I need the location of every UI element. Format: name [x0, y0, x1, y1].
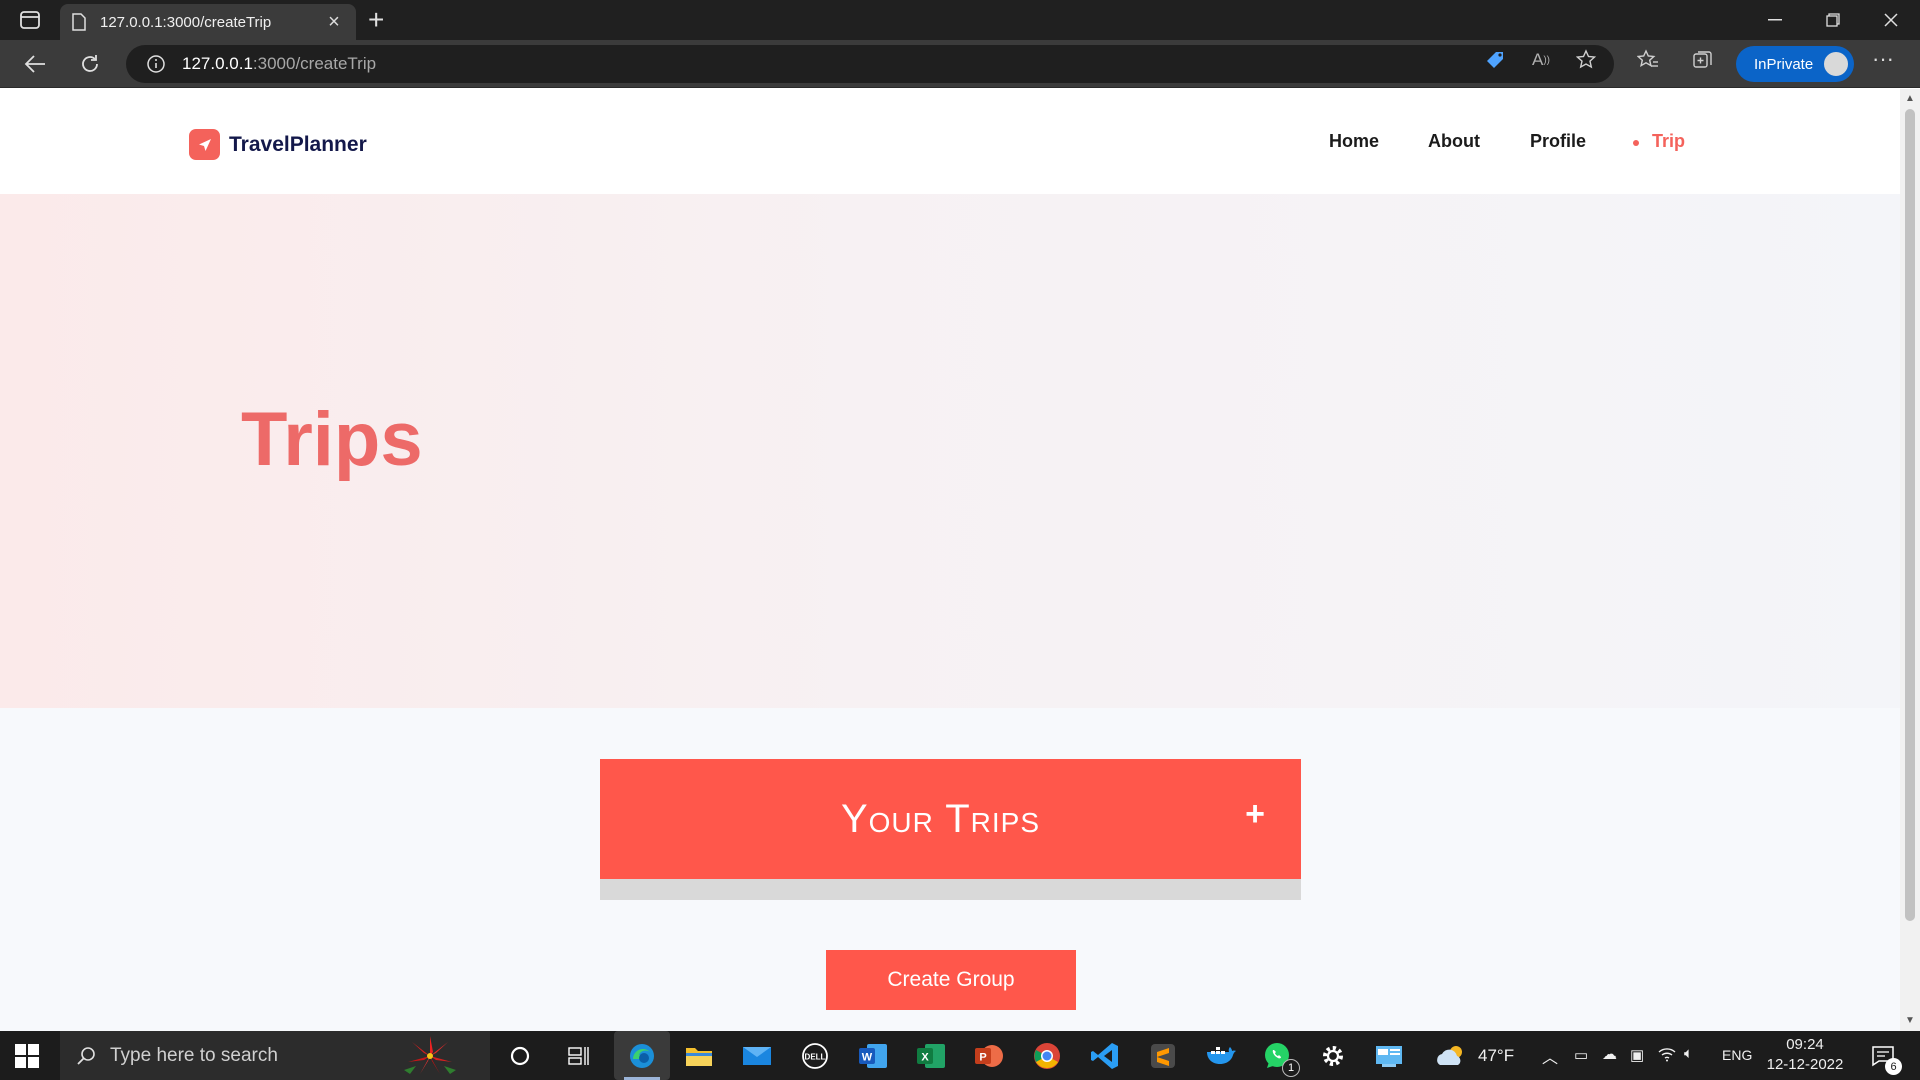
dell-icon[interactable]: DELL: [798, 1039, 832, 1073]
poinsettia-icon: [404, 1036, 456, 1074]
tab-title: 127.0.0.1:3000/createTrip: [100, 13, 272, 31]
notification-count: 6: [1885, 1058, 1902, 1075]
powerpoint-icon[interactable]: P: [972, 1039, 1006, 1073]
nav-profile[interactable]: Profile: [1530, 131, 1586, 152]
clock-date: 12-12-2022: [1766, 1056, 1844, 1073]
read-aloud-icon[interactable]: A)): [1530, 49, 1552, 71]
restore-icon[interactable]: [1804, 0, 1862, 40]
svg-text:X: X: [921, 1052, 929, 1064]
word-icon[interactable]: W: [856, 1039, 890, 1073]
control-panel-icon[interactable]: [1372, 1039, 1406, 1073]
scroll-down-icon[interactable]: ▼: [1904, 1015, 1916, 1027]
paper-plane-icon: [189, 129, 220, 160]
file-explorer-icon[interactable]: [682, 1039, 716, 1073]
scroll-up-icon[interactable]: ▲: [1904, 93, 1916, 105]
page-title: Trips: [241, 397, 423, 482]
mail-icon[interactable]: [740, 1039, 774, 1073]
browser-tab[interactable]: 127.0.0.1:3000/createTrip ×: [60, 4, 356, 40]
create-group-button[interactable]: Create Group: [826, 950, 1076, 1010]
cortana-icon[interactable]: [503, 1039, 537, 1073]
new-tab-icon[interactable]: +: [368, 6, 384, 34]
meet-now-icon[interactable]: ▭: [1574, 1046, 1588, 1064]
back-icon[interactable]: [20, 50, 50, 78]
tab-close-icon[interactable]: ×: [324, 11, 344, 34]
edge-taskbar-icon[interactable]: [614, 1031, 670, 1080]
minimize-icon[interactable]: [1746, 0, 1804, 40]
clock-time: 09:24: [1786, 1036, 1824, 1053]
refresh-icon[interactable]: [75, 50, 105, 78]
notifications-icon[interactable]: 6: [1866, 1039, 1902, 1075]
page-scrollbar[interactable]: ▲ ▼: [1900, 89, 1920, 1031]
svg-text:P: P: [979, 1052, 986, 1064]
sublime-text-icon[interactable]: [1146, 1039, 1180, 1073]
page-icon: [72, 13, 86, 31]
excel-icon[interactable]: X: [914, 1039, 948, 1073]
add-favorite-icon[interactable]: [1576, 49, 1598, 71]
weather-temperature[interactable]: 47°F: [1478, 1046, 1514, 1066]
page-viewport: TravelPlanner Home About Profile Trip Tr…: [0, 89, 1900, 1031]
windows-taskbar: Type here to search DELL W X P 1 47°F ︿ …: [0, 1031, 1920, 1080]
hero-banner: Trips: [0, 194, 1900, 708]
brand[interactable]: TravelPlanner: [189, 129, 367, 160]
url-text: 127.0.0.1:3000/createTrip: [182, 54, 377, 73]
settings-icon[interactable]: [1316, 1039, 1350, 1073]
browser-toolbar: 127.0.0.1:3000/createTrip A)) InPrivate …: [0, 40, 1920, 88]
wifi-icon[interactable]: [1658, 1046, 1676, 1066]
nav-about[interactable]: About: [1428, 131, 1480, 152]
your-trips-header[interactable]: Your Trips +: [600, 759, 1301, 879]
clock[interactable]: 09:24 12-12-2022: [1760, 1035, 1850, 1075]
add-trip-icon[interactable]: +: [1245, 797, 1265, 831]
collections-icon[interactable]: [1692, 49, 1714, 71]
profile-avatar: [1822, 50, 1850, 78]
onedrive-icon[interactable]: ☁: [1602, 1045, 1617, 1063]
more-options-icon[interactable]: ···: [1872, 48, 1902, 76]
chrome-icon[interactable]: [1030, 1039, 1064, 1073]
weather-cloud-icon[interactable]: [1434, 1039, 1468, 1073]
display-icon[interactable]: ▣: [1630, 1046, 1644, 1064]
language-indicator[interactable]: ENG: [1722, 1047, 1752, 1063]
taskbar-search[interactable]: Type here to search: [60, 1031, 490, 1080]
shopping-tag-icon[interactable]: [1484, 49, 1506, 71]
windows-start-icon[interactable]: [14, 1043, 40, 1069]
svg-text:DELL: DELL: [805, 1053, 826, 1062]
search-icon: [77, 1046, 95, 1065]
site-navbar: TravelPlanner Home About Profile Trip: [0, 89, 1900, 194]
whatsapp-badge: 1: [1282, 1059, 1300, 1077]
chevron-up-icon[interactable]: ︿: [1542, 1044, 1558, 1068]
inprivate-button[interactable]: InPrivate: [1736, 46, 1854, 82]
browser-tab-bar: 127.0.0.1:3000/createTrip × +: [0, 0, 1920, 40]
address-bar[interactable]: 127.0.0.1:3000/createTrip: [126, 45, 1614, 83]
docker-icon[interactable]: [1204, 1039, 1238, 1073]
volume-icon[interactable]: 🔈︎: [1684, 1045, 1693, 1062]
site-info-icon[interactable]: [146, 54, 166, 74]
svg-text:W: W: [862, 1052, 873, 1064]
close-window-icon[interactable]: [1862, 0, 1920, 40]
vscode-icon[interactable]: [1088, 1039, 1122, 1073]
task-view-icon[interactable]: [562, 1039, 596, 1073]
favorites-icon[interactable]: [1637, 49, 1659, 71]
brand-name: TravelPlanner: [229, 132, 367, 156]
scroll-thumb[interactable]: [1905, 109, 1915, 921]
tab-actions-icon[interactable]: [18, 9, 42, 31]
whatsapp-icon[interactable]: 1: [1260, 1039, 1300, 1077]
your-trips-heading: Your Trips: [840, 796, 1041, 841]
nav-home[interactable]: Home: [1329, 131, 1379, 152]
nav-trip[interactable]: Trip: [1632, 131, 1685, 152]
your-trips-panel: Your Trips +: [600, 759, 1301, 900]
